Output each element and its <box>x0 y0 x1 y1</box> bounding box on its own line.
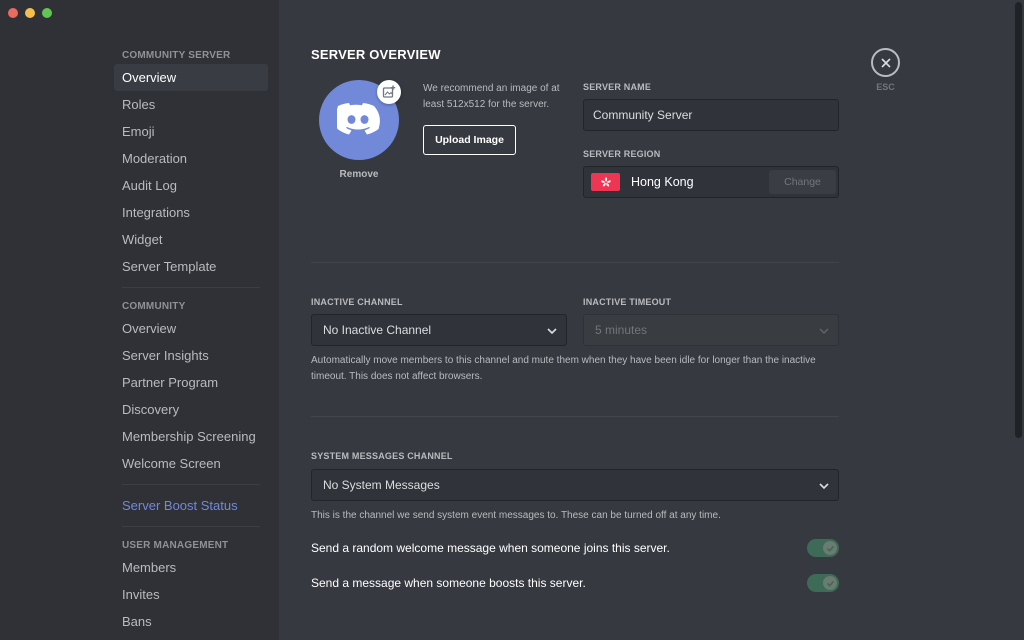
sidebar-item-emoji[interactable]: Emoji <box>114 118 268 145</box>
sidebar-item-server-insights[interactable]: Server Insights <box>114 342 268 369</box>
sidebar-item-invites[interactable]: Invites <box>114 581 268 608</box>
sidebar-item-members[interactable]: Members <box>114 554 268 581</box>
welcome-message-label: Send a random welcome message when someo… <box>311 541 670 555</box>
window-controls <box>8 8 52 18</box>
boost-message-toggle[interactable] <box>807 574 839 592</box>
system-messages-value: No System Messages <box>323 478 440 492</box>
sidebar-item-audit-log[interactable]: Audit Log <box>114 172 268 199</box>
inactive-help-text: Automatically move members to this chann… <box>311 355 816 382</box>
system-help-text: This is the channel we send system event… <box>311 510 721 521</box>
close-settings: ESC <box>871 48 900 92</box>
sidebar-item-overview[interactable]: Overview <box>114 64 268 91</box>
close-button[interactable] <box>871 48 900 77</box>
sidebar-item-roles[interactable]: Roles <box>114 91 268 118</box>
inactive-timeout-select[interactable]: 5 minutes <box>583 314 839 346</box>
sidebar-item-moderation[interactable]: Moderation <box>114 145 268 172</box>
close-icon <box>880 57 891 68</box>
inactive-channel-value: No Inactive Channel <box>323 323 432 337</box>
scrollbar[interactable] <box>1014 0 1024 640</box>
scrollbar-thumb[interactable] <box>1015 2 1022 438</box>
sidebar-separator <box>122 287 260 288</box>
window-close-button[interactable] <box>8 8 18 18</box>
page-title: SERVER OVERVIEW <box>311 47 441 62</box>
sidebar-item-membership-screening[interactable]: Membership Screening <box>114 423 268 450</box>
sidebar-section-header: COMMUNITY <box>122 301 186 312</box>
inactive-timeout-label: INACTIVE TIMEOUT <box>583 297 672 307</box>
window-maximize-button[interactable] <box>42 8 52 18</box>
welcome-message-toggle[interactable] <box>807 539 839 557</box>
system-messages-select[interactable]: No System Messages <box>311 469 839 501</box>
check-icon <box>823 541 837 555</box>
welcome-message-setting: Send a random welcome message when someo… <box>311 539 839 559</box>
section-divider <box>311 262 839 263</box>
upload-image-button[interactable]: Upload Image <box>423 125 516 155</box>
settings-sidebar: COMMUNITY SERVER Overview Roles Emoji Modera… <box>0 0 279 640</box>
sidebar-item-bans[interactable]: Bans <box>114 608 268 635</box>
discord-logo-icon <box>337 103 380 135</box>
server-name-label: SERVER NAME <box>583 82 652 92</box>
sidebar-item-discovery[interactable]: Discovery <box>114 396 268 423</box>
sidebar-item-welcome-screen[interactable]: Welcome Screen <box>114 450 268 477</box>
server-icon-uploader[interactable] <box>319 80 401 160</box>
server-region-field: Hong Kong Change <box>583 166 839 198</box>
upload-recommendation-text: We recommend an image of at least 512x51… <box>423 83 560 110</box>
inactive-channel-select[interactable]: No Inactive Channel <box>311 314 567 346</box>
server-name-input[interactable]: Community Server <box>583 99 839 131</box>
sidebar-section-header: COMMUNITY SERVER <box>122 50 231 61</box>
inactive-timeout-value: 5 minutes <box>595 323 648 337</box>
chevron-down-icon <box>819 328 829 335</box>
server-region-value: Hong Kong <box>631 175 694 189</box>
add-image-icon[interactable] <box>377 80 401 104</box>
sidebar-item-integrations[interactable]: Integrations <box>114 199 268 226</box>
boost-message-label: Send a message when someone boosts this … <box>311 576 586 590</box>
change-region-button[interactable]: Change <box>769 170 836 194</box>
sidebar-item-partner-program[interactable]: Partner Program <box>114 369 268 396</box>
sidebar-item-widget[interactable]: Widget <box>114 226 268 253</box>
inactive-channel-label: INACTIVE CHANNEL <box>311 297 403 307</box>
sidebar-item-server-template[interactable]: Server Template <box>114 253 268 280</box>
sidebar-separator <box>122 484 260 485</box>
sidebar-section-header: USER MANAGEMENT <box>122 540 229 551</box>
sidebar-separator <box>122 526 260 527</box>
chevron-down-icon <box>547 328 557 335</box>
server-overview-panel: SERVER OVERVIEW Remove We recommend an i… <box>311 0 839 640</box>
sidebar-item-overview[interactable]: Overview <box>114 315 268 342</box>
remove-icon-link[interactable]: Remove <box>319 169 399 180</box>
chevron-down-icon <box>819 483 829 490</box>
system-messages-label: SYSTEM MESSAGES CHANNEL <box>311 451 453 461</box>
window-minimize-button[interactable] <box>25 8 35 18</box>
server-region-label: SERVER REGION <box>583 149 661 159</box>
sidebar-item-server-boost-status[interactable]: Server Boost Status <box>114 492 268 519</box>
sidebar-list: COMMUNITY SERVER Overview Roles Emoji Modera… <box>114 44 268 635</box>
hong-kong-flag-icon <box>591 173 620 191</box>
esc-hint: ESC <box>876 82 895 92</box>
section-divider <box>311 416 839 417</box>
check-icon <box>823 576 837 590</box>
boost-message-setting: Send a message when someone boosts this … <box>311 574 839 594</box>
